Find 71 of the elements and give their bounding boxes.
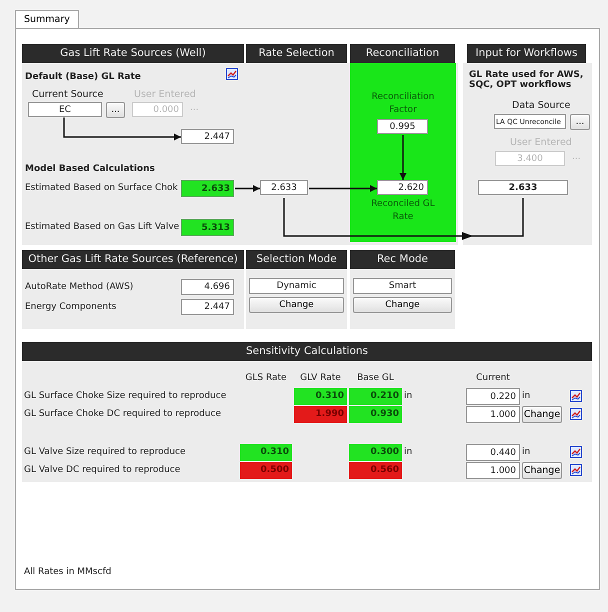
row-label: GL Valve DC required to reproduce <box>24 465 182 475</box>
workflow-heading: GL Rate used for AWS, SQC, OPT workflows <box>469 70 584 90</box>
section-header: Selection Mode <box>246 250 347 269</box>
reconciled-rate-field: 2.620 <box>377 180 428 195</box>
section-header: Gas Lift Rate Sources (Well) <box>22 44 244 63</box>
section-header: Rec Mode <box>350 250 455 269</box>
default-rate-field: 2.447 <box>181 129 234 144</box>
units-note: All Rates in MMscfd <box>24 567 112 577</box>
section-header: Sensitivity Calculations <box>22 342 592 361</box>
value-cell: 0.500 <box>240 462 292 478</box>
factor-label: Reconciliation Factor <box>370 91 436 117</box>
mode-field: Dynamic <box>249 278 344 294</box>
unit-label: in <box>522 447 532 457</box>
estimate-label: Estimated Based on Gas Lift Valve <box>25 222 180 232</box>
mode-field: Smart <box>353 278 452 294</box>
chart-icon[interactable] <box>570 446 582 458</box>
connector-arrow <box>235 185 260 192</box>
section-header: Other Gas Lift Rate Sources (Reference) <box>22 250 244 269</box>
chart-icon[interactable] <box>570 408 582 420</box>
estimate-field: 2.633 <box>181 180 234 197</box>
chart-icon[interactable] <box>226 68 238 80</box>
row-label: GL Surface Choke DC required to reproduce <box>24 409 222 419</box>
model-heading: Model Based Calculations <box>25 164 155 174</box>
current-field[interactable]: 1.000 <box>466 462 520 478</box>
value-cell: 0.310 <box>294 388 347 404</box>
chart-icon[interactable] <box>570 390 582 402</box>
current-field[interactable]: 1.000 <box>466 406 520 422</box>
default-rate-heading: Default (Base) GL Rate <box>25 72 141 82</box>
column-header: Base GL <box>356 373 395 383</box>
tab[interactable]: Summary <box>15 10 79 28</box>
source-value-field: 2.447 <box>181 298 234 314</box>
column-header: GLV Rate <box>299 373 342 383</box>
estimate-field: 5.313 <box>181 219 234 236</box>
section-header: Rate Selection <box>246 44 347 63</box>
connector-arrow <box>309 185 377 192</box>
current-source-label: Current Source <box>32 89 104 100</box>
value-cell: 0.210 <box>349 388 402 404</box>
reconciled-label: Reconciled GL Rate <box>370 198 436 224</box>
row-label: GL Surface Choke Size required to reproduce <box>24 391 228 401</box>
source-value-field: 4.696 <box>181 278 234 294</box>
value-cell: 1.990 <box>294 406 347 422</box>
current-field[interactable]: 0.220 <box>466 388 520 404</box>
unit-label: in <box>404 447 414 457</box>
factor-field[interactable]: 0.995 <box>377 119 428 134</box>
change-button[interactable]: Change <box>353 297 452 313</box>
browse-button[interactable]: ... <box>106 102 125 118</box>
source-label: AutoRate Method (AWS) <box>25 282 134 292</box>
unit-label: in <box>404 391 414 401</box>
browse-button[interactable]: ... <box>570 114 590 130</box>
section-header: Input for Workflows <box>467 44 586 63</box>
value-cell: 0.560 <box>349 462 402 478</box>
workflow-rate-field: 2.633 <box>478 180 568 195</box>
change-button[interactable]: Change <box>522 462 562 478</box>
estimate-label: Estimated Based on Surface Chok <box>25 183 178 193</box>
source-label: Energy Components <box>25 302 116 312</box>
value-cell: 0.930 <box>349 406 402 422</box>
row-label: GL Valve Size required to reproduce <box>24 447 187 457</box>
current-source-field[interactable]: EC <box>28 102 102 117</box>
value-cell: 0.300 <box>349 444 402 460</box>
unit-label: in <box>522 391 532 401</box>
change-button[interactable]: Change <box>249 297 344 313</box>
section-header: Reconciliation <box>350 44 455 63</box>
connector-arrow <box>400 135 406 180</box>
selected-rate-field: 2.633 <box>260 180 308 195</box>
chart-icon[interactable] <box>570 464 582 476</box>
change-button[interactable]: Change <box>522 406 562 422</box>
column-header: Current <box>475 373 511 383</box>
data-source-label: Data Source <box>512 100 570 111</box>
current-field[interactable]: 0.440 <box>466 444 520 460</box>
column-header: GLS Rate <box>244 373 288 383</box>
value-cell: 0.310 <box>240 444 292 460</box>
